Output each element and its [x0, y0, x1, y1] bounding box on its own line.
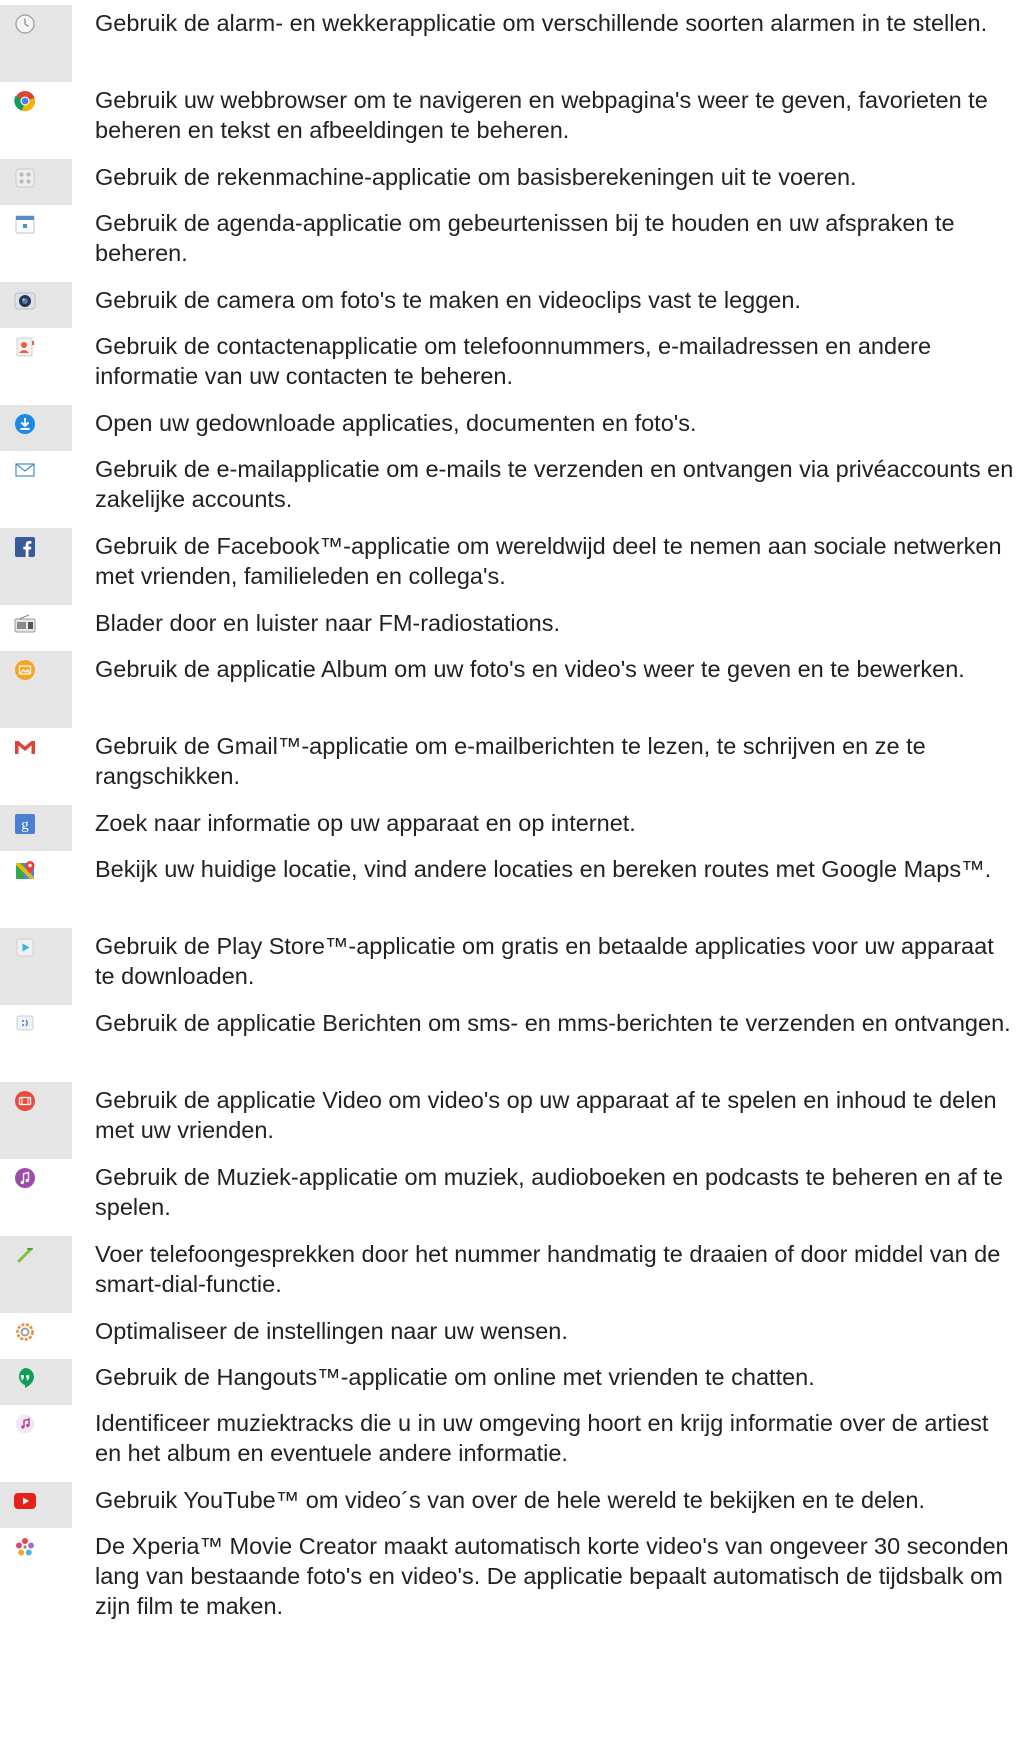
play-store-icon	[14, 936, 36, 958]
item-description: Gebruik de applicatie Video om video's o…	[95, 1087, 997, 1143]
list-item: Gebruik de Gmail™-applicatie om e-mailbe…	[0, 728, 1022, 805]
icon-cell	[0, 1405, 72, 1482]
item-description: Optimaliseer de instellingen naar uw wen…	[95, 1318, 568, 1344]
list-item: Gebruik uw webbrowser om te navigeren en…	[0, 82, 1022, 159]
google-search-icon: g	[14, 813, 36, 835]
calculator-icon	[14, 167, 36, 189]
settings-icon	[14, 1321, 36, 1343]
icon-cell	[0, 1313, 72, 1359]
maps-icon	[14, 859, 36, 881]
list-item: Gebruik de Hangouts™-applicatie om onlin…	[0, 1359, 1022, 1405]
list-item: Gebruik de camera om foto's te maken en …	[0, 282, 1022, 328]
item-description: Gebruik de applicatie Berichten om sms- …	[95, 1010, 1011, 1036]
music-identify-icon	[14, 1413, 36, 1435]
list-item: Gebruik de e-mailapplicatie om e-mails t…	[0, 451, 1022, 528]
music-icon	[14, 1167, 36, 1189]
messaging-icon	[14, 1013, 36, 1035]
list-item: De Xperia™ Movie Creator maakt automatis…	[0, 1528, 1022, 1648]
item-description: Gebruik de rekenmachine-applicatie om ba…	[95, 164, 857, 190]
fm-radio-icon	[14, 613, 36, 635]
item-description: Bekijk uw huidige locatie, vind andere l…	[95, 856, 992, 882]
email-icon	[14, 459, 36, 481]
item-description: Gebruik de Hangouts™-applicatie om onlin…	[95, 1364, 815, 1390]
icon-cell	[0, 282, 72, 328]
icon-cell	[0, 1159, 72, 1236]
item-description: Open uw gedownloade applicaties, documen…	[95, 410, 697, 436]
gmail-icon	[14, 736, 36, 758]
icon-cell	[0, 1359, 72, 1405]
item-description: De Xperia™ Movie Creator maakt automatis…	[95, 1533, 1009, 1619]
icon-cell	[0, 1005, 72, 1082]
list-item: Gebruik YouTube™ om video´s van over de …	[0, 1482, 1022, 1528]
alarm-clock-icon	[14, 13, 36, 35]
list-item: Optimaliseer de instellingen naar uw wen…	[0, 1313, 1022, 1359]
list-item: Gebruik de contactenapplicatie om telefo…	[0, 328, 1022, 405]
icon-cell	[0, 1082, 72, 1159]
chrome-browser-icon	[14, 90, 36, 112]
album-icon	[14, 659, 36, 681]
icon-cell	[0, 851, 72, 928]
contacts-icon	[14, 336, 36, 358]
icon-cell	[0, 159, 72, 205]
list-item: Gebruik de Play Store™-applicatie om gra…	[0, 928, 1022, 1005]
icon-cell	[0, 82, 72, 159]
item-description: Gebruik de Facebook™-applicatie om werel…	[95, 533, 1002, 589]
list-item: Open uw gedownloade applicaties, documen…	[0, 405, 1022, 451]
item-description: Identificeer muziektracks die u in uw om…	[95, 1410, 989, 1466]
list-item: Identificeer muziektracks die u in uw om…	[0, 1405, 1022, 1482]
list-item: Gebruik de rekenmachine-applicatie om ba…	[0, 159, 1022, 205]
icon-cell	[0, 928, 72, 1005]
icon-cell	[0, 451, 72, 528]
icon-cell	[0, 328, 72, 405]
facebook-icon	[14, 536, 36, 558]
item-description: Gebruik de Play Store™-applicatie om gra…	[95, 933, 994, 989]
item-description: Gebruik de applicatie Album om uw foto's…	[95, 656, 965, 682]
list-item: Gebruik de agenda-applicatie om gebeurte…	[0, 205, 1022, 282]
list-item: Gebruik de Muziek-applicatie om muziek, …	[0, 1159, 1022, 1236]
item-description: Gebruik de contactenapplicatie om telefo…	[95, 333, 932, 389]
icon-cell	[0, 405, 72, 451]
item-description: Gebruik uw webbrowser om te navigeren en…	[95, 87, 988, 143]
list-item: Voer telefoongesprekken door het nummer …	[0, 1236, 1022, 1313]
youtube-icon	[14, 1490, 36, 1512]
icon-cell	[0, 651, 72, 728]
download-icon	[14, 413, 36, 435]
icon-cell	[0, 605, 72, 651]
list-item: Gebruik de Facebook™-applicatie om werel…	[0, 528, 1022, 605]
svg-text:g: g	[21, 817, 29, 833]
camera-icon	[14, 290, 36, 312]
item-description: Gebruik de Muziek-applicatie om muziek, …	[95, 1164, 1003, 1220]
icon-cell	[0, 528, 72, 605]
list-item: Gebruik de applicatie Album om uw foto's…	[0, 651, 1022, 728]
list-item: Gebruik de alarm- en wekkerapplicatie om…	[0, 5, 1022, 82]
item-description: Gebruik de agenda-applicatie om gebeurte…	[95, 210, 955, 266]
icon-cell	[0, 728, 72, 805]
item-description: Voer telefoongesprekken door het nummer …	[95, 1241, 1001, 1297]
item-description: Zoek naar informatie op uw apparaat en o…	[95, 810, 636, 836]
list-item: g Zoek naar informatie op uw apparaat en …	[0, 805, 1022, 851]
icon-cell	[0, 1528, 72, 1648]
movie-creator-icon	[14, 1536, 36, 1558]
video-icon	[14, 1090, 36, 1112]
icon-cell: g	[0, 805, 72, 851]
phone-icon	[14, 1244, 36, 1266]
list-item: Blader door en luister naar FM-radiostat…	[0, 605, 1022, 651]
icon-cell	[0, 5, 72, 82]
item-description: Gebruik de Gmail™-applicatie om e-mailbe…	[95, 733, 926, 789]
calendar-icon	[14, 213, 36, 235]
item-description: Gebruik YouTube™ om video´s van over de …	[95, 1487, 925, 1513]
list-item: Gebruik de applicatie Berichten om sms- …	[0, 1005, 1022, 1082]
icon-cell	[0, 1482, 72, 1528]
icon-cell	[0, 1236, 72, 1313]
list-item: Gebruik de applicatie Video om video's o…	[0, 1082, 1022, 1159]
item-description: Gebruik de e-mailapplicatie om e-mails t…	[95, 456, 1014, 512]
item-description: Blader door en luister naar FM-radiostat…	[95, 610, 560, 636]
list-item: Bekijk uw huidige locatie, vind andere l…	[0, 851, 1022, 928]
hangouts-icon	[14, 1367, 36, 1389]
item-description: Gebruik de camera om foto's te maken en …	[95, 287, 801, 313]
icon-cell	[0, 205, 72, 282]
item-description: Gebruik de alarm- en wekkerapplicatie om…	[95, 10, 988, 36]
